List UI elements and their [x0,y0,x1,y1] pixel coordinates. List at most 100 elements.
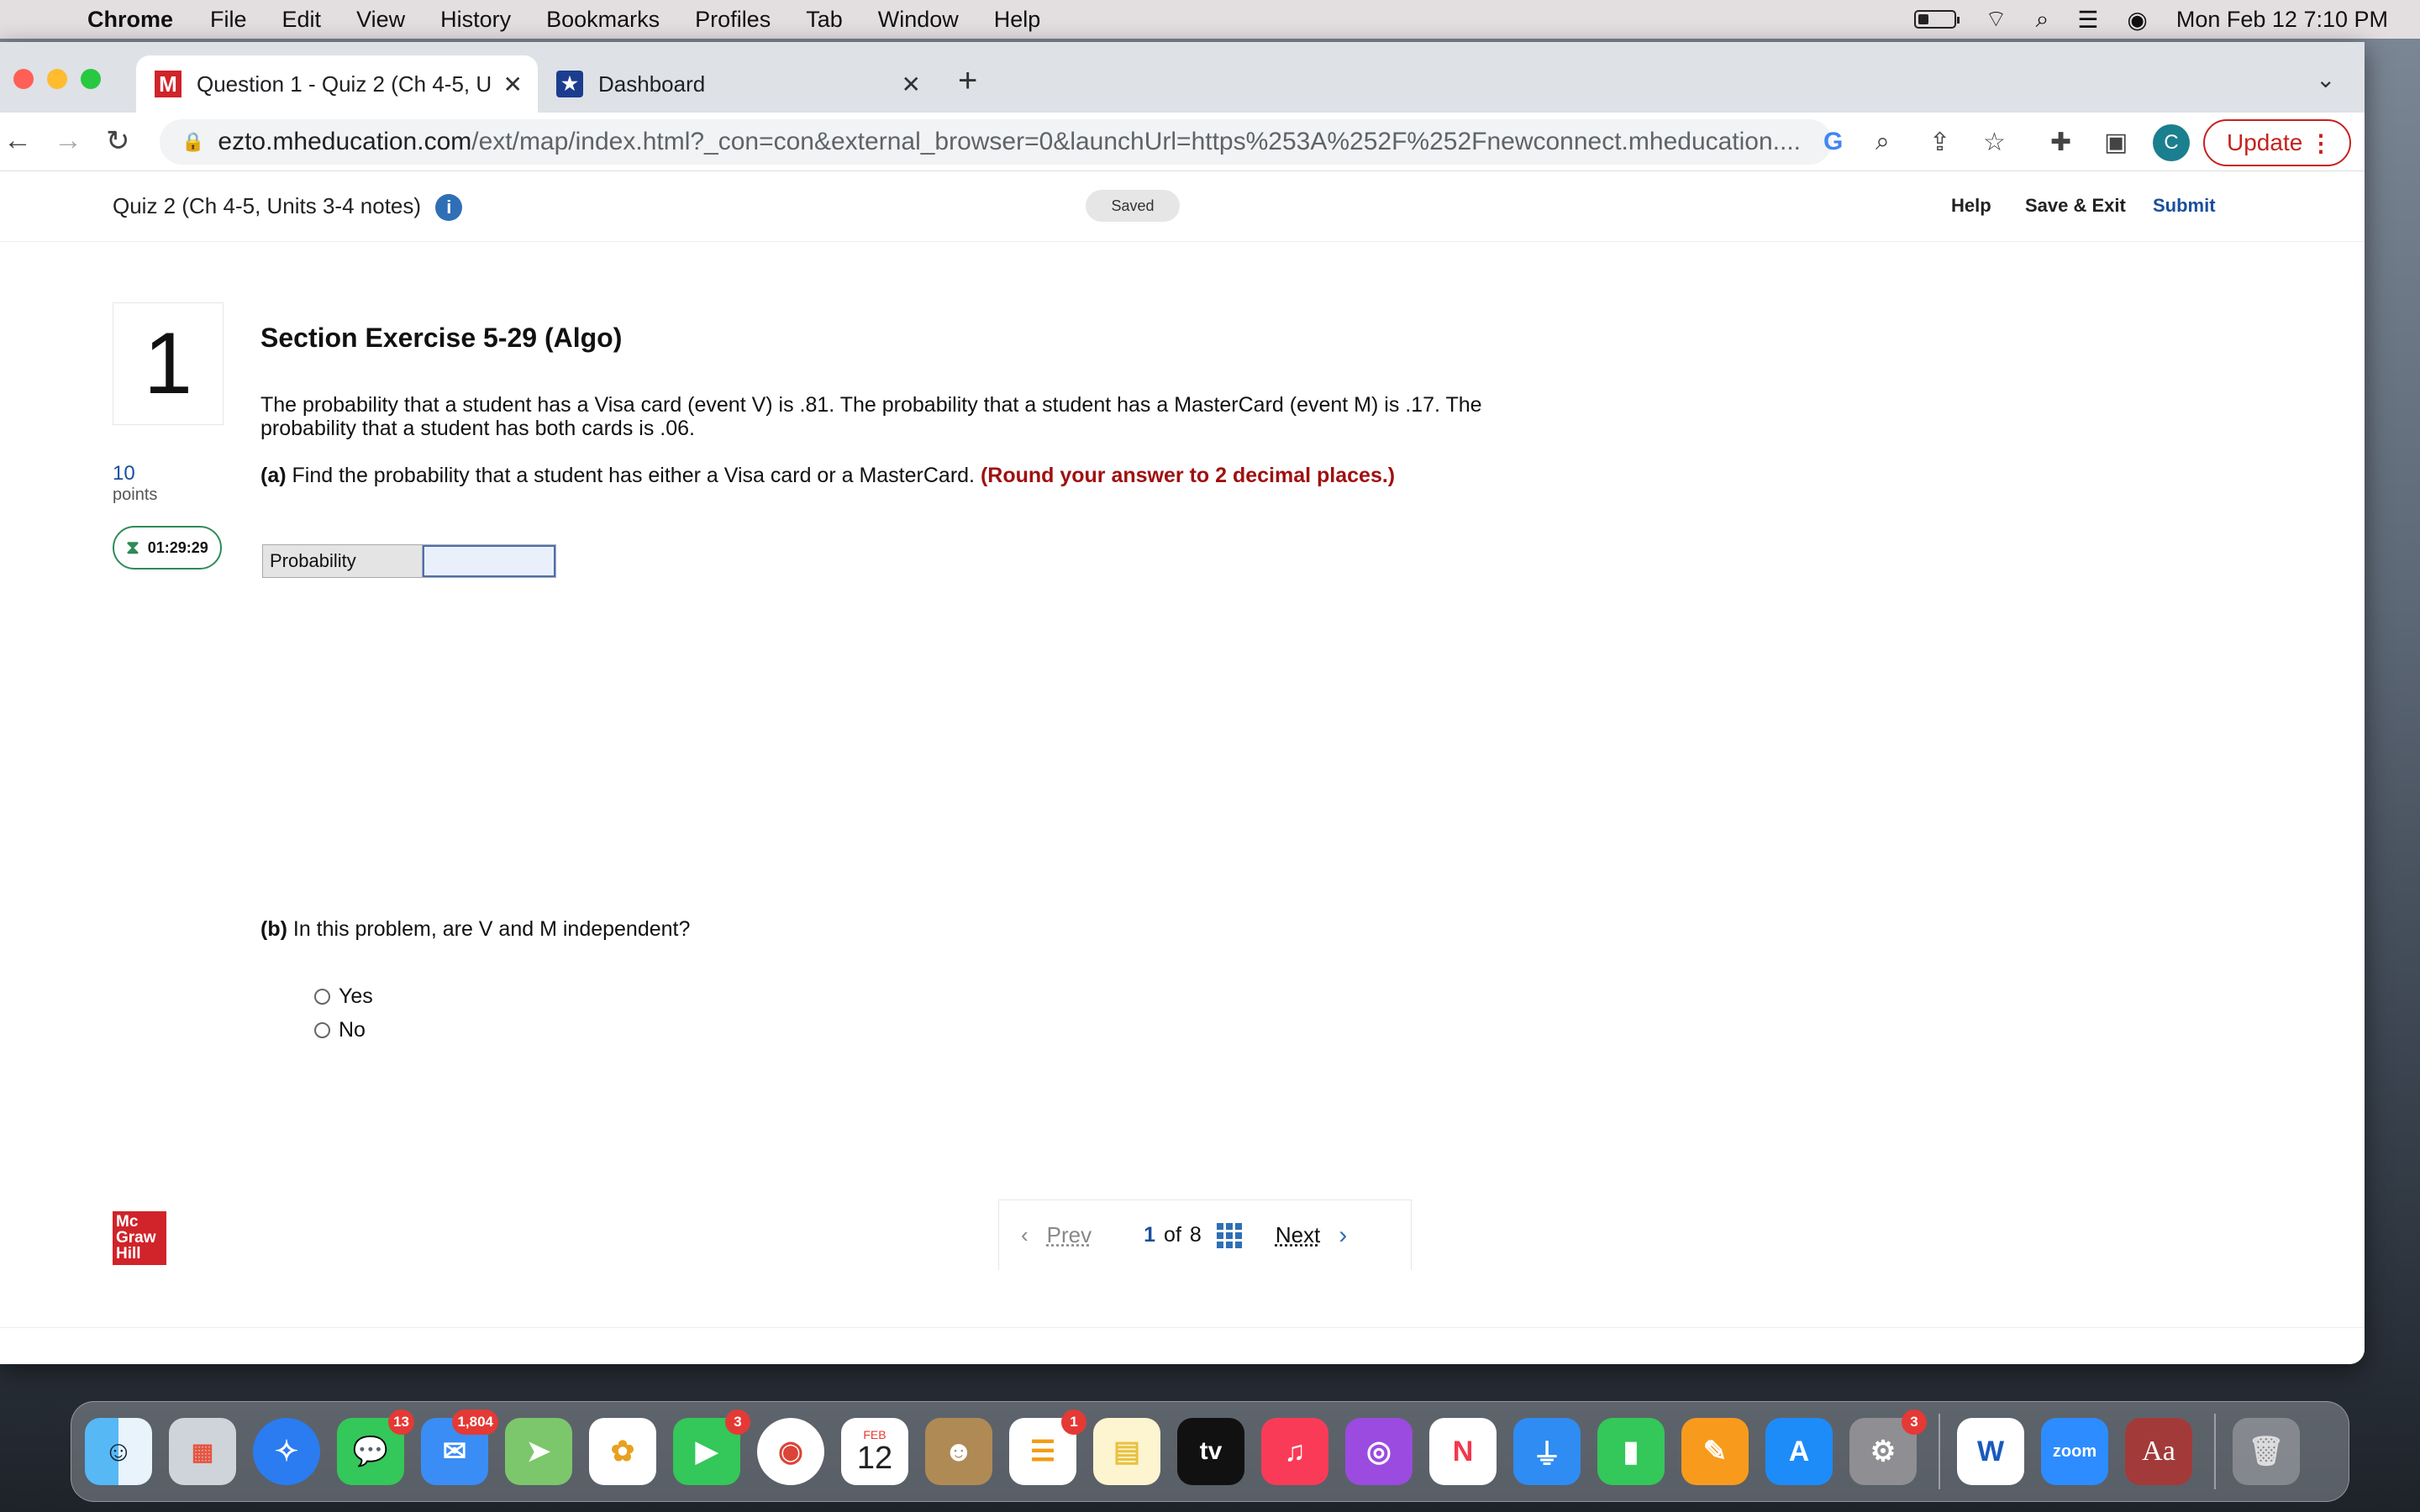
kebab-menu-icon[interactable]: ⋮ [2309,129,2333,157]
keynote-icon[interactable]: ⏚ [1513,1418,1581,1485]
tab-quiz-question[interactable]: M Question 1 - Quiz 2 (Ch 4-5, Ur ✕ [136,55,538,113]
mail-icon[interactable]: ✉ 1,804 [421,1410,498,1485]
zoom-window-button[interactable] [81,69,101,89]
pages-icon[interactable]: ✎ [1681,1418,1749,1485]
question-counter: 1 of 8 [1144,1223,1202,1247]
close-tab-icon[interactable]: ✕ [503,71,523,98]
option-yes-label[interactable]: Yes [339,984,373,1009]
option-yes[interactable]: Yes [314,984,373,1009]
menu-bookmarks[interactable]: Bookmarks [546,7,660,33]
settings-badge: 3 [1902,1410,1927,1435]
menu-help[interactable]: Help [994,7,1041,33]
menu-bar-clock[interactable]: Mon Feb 12 7:10 PM [2176,7,2388,33]
dock-separator [2214,1414,2216,1489]
total-questions: 8 [1189,1223,1202,1247]
launchpad-icon[interactable]: ▦ [169,1418,236,1485]
new-tab-icon[interactable]: + [958,62,977,100]
probability-input[interactable] [423,545,555,577]
save-exit-link[interactable]: Save & Exit [2025,195,2126,217]
finder-icon[interactable]: ☺ [85,1418,152,1485]
news-icon[interactable]: N [1429,1418,1497,1485]
submit-link[interactable]: Submit [2153,195,2216,217]
browser-toolbar: ← → ↻ 🔒 ezto.mheducation.com/ext/map/ind… [0,113,2365,171]
lock-icon[interactable]: 🔒 [182,131,204,153]
spotlight-search-icon[interactable]: ⌕ [2036,6,2049,34]
messages-icon[interactable]: 💬 13 [337,1410,414,1485]
dock-separator [1939,1414,1940,1489]
back-arrow-icon[interactable]: ← [3,124,32,157]
trash-icon[interactable]: 🗑 [2233,1418,2300,1485]
system-settings-icon[interactable]: ⚙ 3 [1849,1410,1927,1485]
photos-icon[interactable]: ✿ [589,1418,656,1485]
google-translate-icon[interactable]: G [1823,128,1843,156]
update-button[interactable]: Update ⋮ [2203,119,2351,166]
dashboard-favicon-icon: ★ [556,71,583,97]
menu-file[interactable]: File [210,7,247,33]
tab-dashboard[interactable]: ★ Dashboard ✕ [538,55,936,113]
maps-icon[interactable]: ➤ [505,1418,572,1485]
profile-avatar[interactable]: C [2153,124,2190,161]
menu-profiles[interactable]: Profiles [695,7,771,33]
option-no[interactable]: No [314,1018,366,1042]
minimize-window-button[interactable] [47,69,67,89]
bookmark-star-icon[interactable]: ☆ [1983,128,2006,157]
tab-title: Question 1 - Quiz 2 (Ch 4-5, Ur [197,71,491,97]
macos-menu-bar: Chrome File Edit View History Bookmarks … [0,0,2420,39]
menu-app-chrome[interactable]: Chrome [87,7,173,33]
zoom-icon[interactable]: zoom [2041,1418,2108,1485]
question-pager: ‹ Prev 1 of 8 Next › [998,1200,1412,1270]
facetime-icon[interactable]: ▶ 3 [673,1410,750,1485]
apple-tv-icon[interactable]: tv [1177,1418,1244,1485]
reload-icon[interactable]: ↻ [106,124,130,158]
reminders-icon[interactable]: ☰ 1 [1009,1410,1086,1485]
question-number: 1 [113,302,224,425]
music-icon[interactable]: ♫ [1261,1418,1328,1485]
zoom-magnifier-icon[interactable]: ⌕ [1876,128,1890,156]
of-label: of [1164,1223,1181,1247]
word-label: W [1976,1435,2005,1467]
battery-icon[interactable] [1914,10,1960,29]
menu-view[interactable]: View [356,7,405,33]
dictionary-icon[interactable]: Aa [2125,1418,2192,1485]
control-center-icon[interactable]: ☰ [2077,6,2098,34]
side-panel-icon[interactable]: ▣ [2104,128,2128,157]
zoom-label: zoom [2052,1441,2097,1461]
radio-yes[interactable] [314,989,330,1005]
quiz-title: Quiz 2 (Ch 4-5, Units 3-4 notes) [113,193,422,218]
quiz-header: Quiz 2 (Ch 4-5, Units 3-4 notes) i Saved… [0,171,2365,242]
part-b-prompt: (b) In this problem, are V and M indepen… [260,917,690,942]
calendar-icon[interactable]: FEB 12 [841,1418,908,1485]
option-no-label[interactable]: No [339,1018,366,1042]
contacts-icon[interactable]: ☻ [925,1418,992,1485]
chrome-icon[interactable]: ◉ [757,1418,824,1485]
timer-value: 01:29:29 [147,538,208,556]
close-window-button[interactable] [13,69,34,89]
help-link[interactable]: Help [1951,195,1991,217]
radio-no[interactable] [314,1022,330,1038]
safari-icon[interactable]: ✧ [253,1418,320,1485]
forward-arrow-icon[interactable]: → [54,124,82,157]
menu-edit[interactable]: Edit [282,7,322,33]
menu-tab[interactable]: Tab [806,7,843,33]
podcasts-icon[interactable]: ◎ [1345,1418,1413,1485]
menu-history[interactable]: History [440,7,511,33]
probability-label: Probability [263,545,423,577]
info-icon[interactable]: i [435,194,463,222]
microsoft-word-icon[interactable]: W [1957,1418,2024,1485]
close-tab-icon[interactable]: ✕ [902,71,921,98]
extensions-puzzle-icon[interactable]: ✚ [2050,128,2071,157]
apple-tv-label: tv [1199,1437,1223,1465]
next-button[interactable]: Next › [1276,1221,1347,1250]
question-grid-icon[interactable] [1216,1222,1242,1248]
siri-icon[interactable]: ◉ [2127,6,2147,34]
app-store-icon[interactable]: A [1765,1418,1833,1485]
share-icon[interactable]: ⇪ [1929,128,1950,157]
address-bar[interactable]: 🔒 ezto.mheducation.com/ext/map/index.htm… [160,119,1832,165]
prev-button[interactable]: ‹ Prev [1021,1222,1092,1248]
chevron-left-icon: ‹ [1021,1222,1028,1247]
notes-icon[interactable]: ▤ [1093,1418,1160,1485]
menu-window[interactable]: Window [878,7,959,33]
wifi-icon[interactable]: ⌔ [1985,5,2007,34]
tab-search-chevron-icon[interactable]: ⌄ [2316,66,2335,93]
numbers-icon[interactable]: ▮ [1597,1418,1665,1485]
